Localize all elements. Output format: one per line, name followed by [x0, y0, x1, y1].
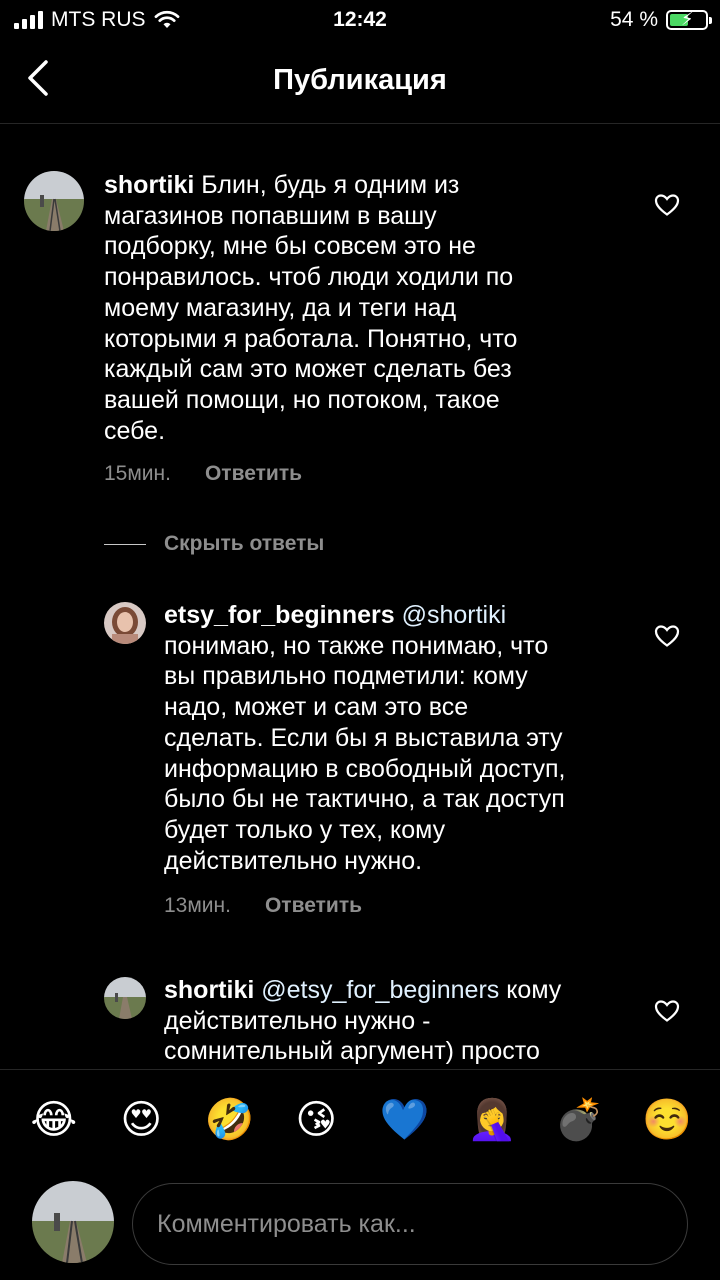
reply-button[interactable]: Ответить	[265, 894, 362, 918]
comment-time: 15мин.	[104, 462, 171, 485]
reply-button[interactable]: Ответить	[205, 462, 302, 486]
hide-replies-label: Скрыть ответы	[164, 532, 325, 555]
emoji-button[interactable]: ☺️	[642, 1096, 692, 1144]
comment-time: 13мин.	[164, 894, 231, 917]
comment-meta: 15мин. Ответить	[104, 462, 302, 486]
comment-text: shortiki @etsy_for_beginners кому действ…	[164, 976, 562, 1066]
mention-link[interactable]: @shortiki	[402, 601, 507, 629]
comments-list: shortiki Блин, будь я одним из магазинов…	[0, 125, 720, 1069]
heart-icon[interactable]	[654, 999, 680, 1023]
comment-text: shortiki Блин, будь я одним из магазинов…	[104, 171, 518, 445]
emoji-button[interactable]: 💙	[380, 1096, 430, 1144]
battery-percent: 54 %	[610, 8, 658, 31]
comment-text: etsy_for_beginners @shortiki понимаю, но…	[164, 601, 566, 875]
comment-input[interactable]	[157, 1184, 657, 1264]
my-avatar	[32, 1181, 114, 1263]
comment-composer: 😂 😍 🤣 😘 💙 🤦‍♀️ 💣 ☺️	[0, 1069, 720, 1280]
emoji-button[interactable]: 😂	[30, 1096, 78, 1144]
page-title: Публикация	[273, 64, 447, 96]
emoji-button[interactable]: 💣	[555, 1096, 605, 1144]
avatar[interactable]	[104, 977, 146, 1019]
heart-icon[interactable]	[654, 193, 680, 217]
emoji-button[interactable]: 🤦‍♀️	[467, 1096, 517, 1144]
heart-icon[interactable]	[654, 624, 680, 648]
comment: shortiki Блин, будь я одним из магазинов…	[0, 125, 720, 505]
mention-link[interactable]: @etsy_for_beginners	[261, 976, 499, 1004]
emoji-button[interactable]: 😘	[292, 1096, 340, 1144]
hide-replies-button[interactable]: Скрыть ответы	[104, 532, 324, 556]
nav-bar: Публикация	[0, 40, 720, 124]
avatar[interactable]	[104, 602, 146, 644]
status-bar: MTS RUS 12:42 54 % ⚡	[0, 0, 720, 40]
avatar[interactable]	[24, 171, 84, 231]
username-link[interactable]: etsy_for_beginners	[164, 601, 395, 629]
emoji-button[interactable]: 🤣	[205, 1096, 255, 1144]
comment-input-box[interactable]	[132, 1183, 688, 1265]
divider	[104, 543, 146, 545]
emoji-button[interactable]: 😍	[117, 1096, 165, 1144]
quick-emoji-bar: 😂 😍 🤣 😘 💙 🤦‍♀️ 💣 ☺️	[0, 1096, 720, 1144]
status-right: 54 % ⚡	[610, 8, 712, 32]
battery-icon: ⚡	[666, 9, 712, 30]
username-link[interactable]: shortiki	[164, 976, 254, 1004]
username-link[interactable]: shortiki	[104, 171, 194, 199]
comment-reply: shortiki @etsy_for_beginners кому действ…	[0, 955, 720, 1069]
comment-reply: etsy_for_beginners @shortiki понимаю, но…	[0, 575, 720, 935]
comment-meta: 13мин. Ответить	[164, 894, 362, 918]
